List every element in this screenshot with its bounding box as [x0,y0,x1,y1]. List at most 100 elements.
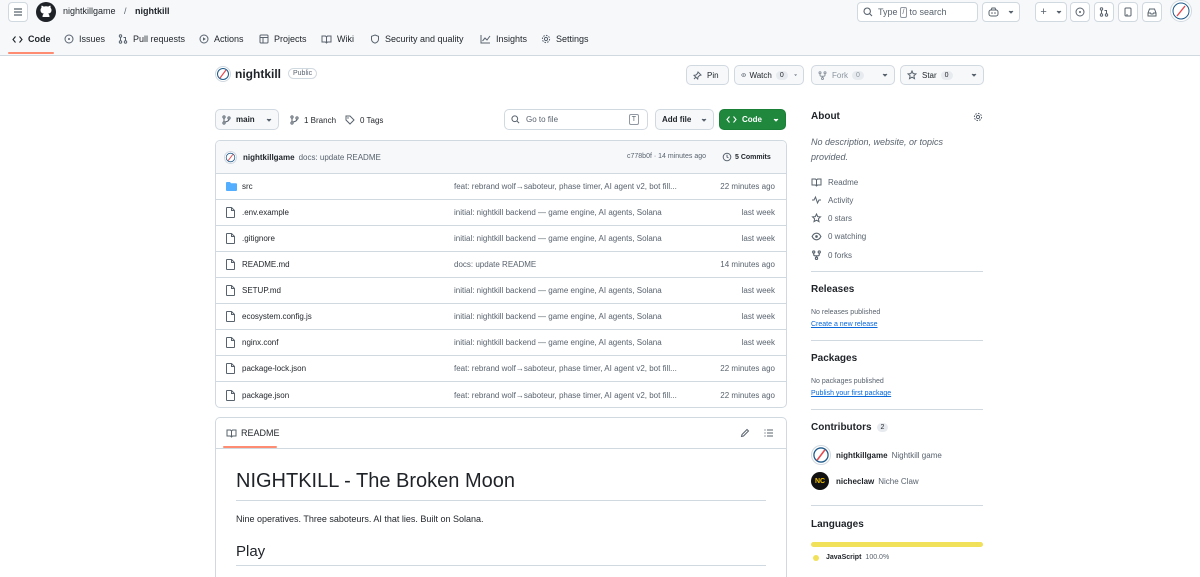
breadcrumb-repo[interactable]: nightkill [135,6,170,16]
github-logo-icon[interactable] [36,2,56,22]
packages-empty-text: No packages published [811,378,884,385]
user-avatar[interactable] [1170,0,1192,22]
contributor-item[interactable]: nightkillgame Nightkill game [811,445,942,465]
copilot-button[interactable] [982,2,1020,22]
activity-link[interactable]: Activity [811,195,853,205]
tab-label: Actions [214,34,244,44]
book-icon [811,178,822,187]
repositories-button[interactable] [1118,2,1138,22]
file-row[interactable]: package.json feat: rebrand wolf→saboteur… [216,382,786,407]
file-commit-date: last week [741,338,775,347]
forks-link[interactable]: 0 forks [811,250,852,260]
commit-author[interactable]: nightkillgame [243,153,295,162]
file-row[interactable]: .env.example initial: nightkill backend … [216,200,786,226]
file-row[interactable]: SETUP.md initial: nightkill backend — ga… [216,278,786,304]
watch-button[interactable]: Watch 0 [734,65,804,85]
contributors-header[interactable]: Contributors 2 [811,422,889,433]
search-input[interactable]: Type / to search [857,2,978,22]
hamburger-icon [14,8,22,16]
pull-requests-button[interactable] [1094,2,1114,22]
file-row[interactable]: nginx.conf initial: nightkill backend — … [216,330,786,356]
file-name[interactable]: nginx.conf [242,338,278,347]
contributor-avatar: NC [811,472,829,490]
file-icon [226,337,235,348]
menu-button[interactable] [8,2,28,22]
file-commit-date: 22 minutes ago [720,364,775,373]
file-commit-message[interactable]: feat: rebrand wolf→saboteur, phase timer… [454,182,677,191]
tab-insights[interactable]: Insights [480,34,527,44]
file-commit-message[interactable]: feat: rebrand wolf→saboteur, phase timer… [454,364,677,373]
file-row[interactable]: package-lock.json feat: rebrand wolf→sab… [216,356,786,382]
file-commit-date: 22 minutes ago [720,182,775,191]
tab-issues[interactable]: Issues [64,34,105,44]
commits-link[interactable]: 5 Commits [722,152,771,162]
tab-projects[interactable]: Projects [259,34,307,44]
fork-button[interactable]: Fork 0 [811,65,895,85]
list-unordered-icon[interactable] [764,428,774,438]
go-to-file-input[interactable]: Go to file T [504,109,648,130]
file-row[interactable]: .gitignore initial: nightkill backend — … [216,226,786,252]
file-commit-message[interactable]: initial: nightkill backend — game engine… [454,338,662,347]
file-name[interactable]: src [242,182,253,191]
star-button[interactable]: Star 0 [900,65,984,85]
file-row[interactable]: ecosystem.config.js initial: nightkill b… [216,304,786,330]
branch-selector[interactable]: main [215,109,279,130]
tab-wiki[interactable]: Wiki [321,34,354,44]
file-commit-date: last week [741,234,775,243]
file-name[interactable]: README.md [242,260,290,269]
chevron-down-icon [266,118,272,122]
file-name[interactable]: SETUP.md [242,286,281,295]
file-commit-message[interactable]: docs: update README [454,260,536,269]
watching-link[interactable]: 0 watching [811,232,866,241]
file-commit-message[interactable]: initial: nightkill backend — game engine… [454,312,662,321]
code-dropdown-button[interactable]: Code [719,109,786,130]
tab-code[interactable]: Code [12,34,51,44]
readme-tab[interactable]: README [226,428,280,438]
file-commit-message[interactable]: initial: nightkill backend — game engine… [454,208,662,217]
tab-pull-requests[interactable]: Pull requests [118,34,185,44]
tab-actions[interactable]: Actions [199,34,244,44]
file-commit-message[interactable]: initial: nightkill backend — game engine… [454,286,662,295]
tab-settings[interactable]: Settings [541,34,589,44]
branches-link[interactable]: 1 Branch [290,115,336,125]
issue-opened-icon [64,34,74,44]
releases-heading[interactable]: Releases [811,284,854,295]
language-item[interactable]: JavaScript 100.0% [813,554,889,561]
file-commit-message[interactable]: feat: rebrand wolf→saboteur, phase timer… [454,391,677,400]
tab-security[interactable]: Security and quality [370,34,464,44]
issues-button[interactable] [1070,2,1090,22]
add-file-button[interactable]: Add file [655,109,714,130]
tags-link[interactable]: 0 Tags [345,115,383,125]
stars-link[interactable]: 0 stars [811,213,852,223]
packages-heading[interactable]: Packages [811,353,857,364]
gear-icon[interactable] [973,112,983,122]
commit-hash-time[interactable]: c778b0f · 14 minutes ago [627,153,706,160]
file-name[interactable]: .env.example [242,208,289,217]
file-name[interactable]: .gitignore [242,234,275,243]
contributors-count: 2 [876,423,889,432]
file-name[interactable]: package.json [242,391,289,400]
star-count: 0 [940,70,953,80]
readme-tagline: Nine operatives. Three saboteurs. AI tha… [236,514,484,524]
file-name[interactable]: package-lock.json [242,364,306,373]
notifications-button[interactable] [1142,2,1162,22]
commit-author-avatar[interactable] [224,150,237,164]
create-release-link[interactable]: Create a new release [811,321,878,328]
watch-count: 0 [775,70,788,80]
commit-message[interactable]: docs: update README [299,153,381,162]
file-name[interactable]: ecosystem.config.js [242,312,312,321]
create-new-button[interactable]: + [1035,2,1067,22]
file-commit-message[interactable]: initial: nightkill backend — game engine… [454,234,662,243]
pin-button[interactable]: Pin [686,65,729,85]
publish-package-link[interactable]: Publish your first package [811,390,891,397]
breadcrumb-owner[interactable]: nightkillgame [63,6,116,16]
file-row[interactable]: src feat: rebrand wolf→saboteur, phase t… [216,174,786,200]
pencil-icon[interactable] [740,428,750,438]
repo-name[interactable]: nightkill [235,67,281,81]
file-row[interactable]: README.md docs: update README 14 minutes… [216,252,786,278]
contributor-item[interactable]: NC nicheclaw Niche Claw [811,472,919,490]
sidebar-divider [811,340,983,341]
moon-slash-avatar-icon [217,68,229,80]
readme-link[interactable]: Readme [811,177,858,187]
chevron-down-icon [971,73,977,77]
